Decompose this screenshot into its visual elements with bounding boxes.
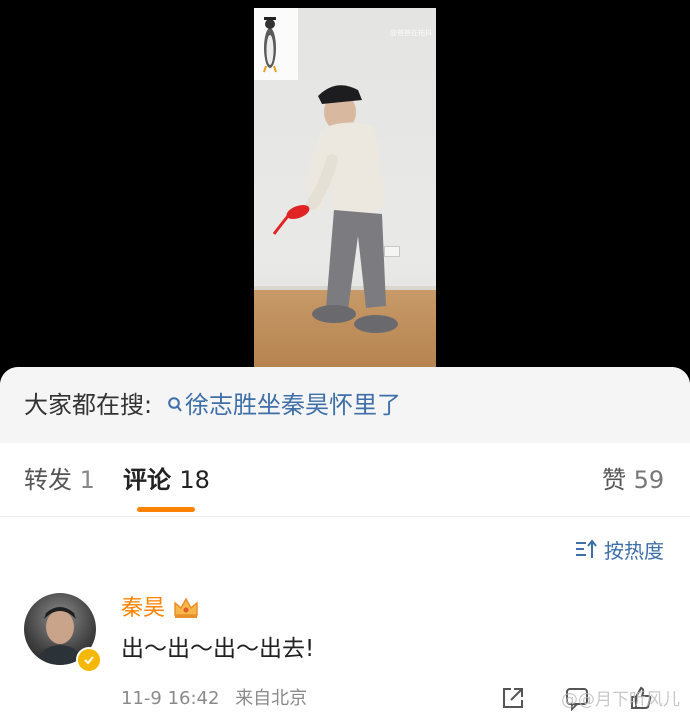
active-tab-indicator (137, 507, 195, 512)
tab-comments[interactable]: 评论 18 (123, 465, 210, 495)
comment-meta: 11-9 16:42 来自北京 (121, 687, 307, 711)
tab-reposts-count: 1 (79, 466, 95, 494)
crown-icon (174, 597, 198, 618)
sort-by-hot-button[interactable]: 按热度 (574, 535, 664, 564)
page-watermark: @@月下听风儿 (561, 690, 680, 710)
tab-likes-count: 59 (633, 466, 665, 494)
tab-reposts-label: 转发 (24, 466, 72, 494)
tabs-divider (0, 516, 690, 517)
sort-label: 按热度 (604, 539, 664, 563)
tab-likes-label: 赞 (602, 466, 626, 494)
share-icon[interactable] (500, 685, 526, 711)
search-prefix-label: 大家都在搜: (24, 391, 153, 419)
video-frame[interactable]: @爸爸在拍抖 (254, 8, 436, 368)
search-icon (168, 397, 182, 412)
sort-icon (576, 538, 597, 558)
comment-username[interactable]: 秦昊 (121, 595, 165, 623)
post-detail-sheet: 大家都在搜: 徐志胜坐秦昊怀里了 转发 1 评论 18 赞 59 按热度 秦昊 … (0, 367, 690, 716)
trending-search-link[interactable]: 徐志胜坐秦昊怀里了 (167, 389, 401, 421)
trending-search-bar[interactable]: 大家都在搜: 徐志胜坐秦昊怀里了 (0, 367, 690, 443)
tab-comments-label: 评论 (123, 466, 171, 494)
comment-timestamp: 11-9 16:42 (121, 688, 220, 709)
post-tabs: 转发 1 评论 18 赞 59 (0, 443, 690, 515)
tab-comments-count: 18 (179, 466, 210, 494)
comment-location: 来自北京 (235, 688, 308, 709)
tab-likes[interactable]: 赞 59 (602, 465, 664, 495)
video-player[interactable]: @爸爸在拍抖 (0, 0, 690, 368)
dancing-person-image (272, 85, 398, 333)
comment-text: 出～出～出～出去! (121, 636, 315, 662)
trending-search-query: 徐志胜坐秦昊怀里了 (185, 391, 401, 419)
verified-badge-icon (76, 647, 102, 673)
tab-reposts[interactable]: 转发 1 (24, 465, 95, 495)
